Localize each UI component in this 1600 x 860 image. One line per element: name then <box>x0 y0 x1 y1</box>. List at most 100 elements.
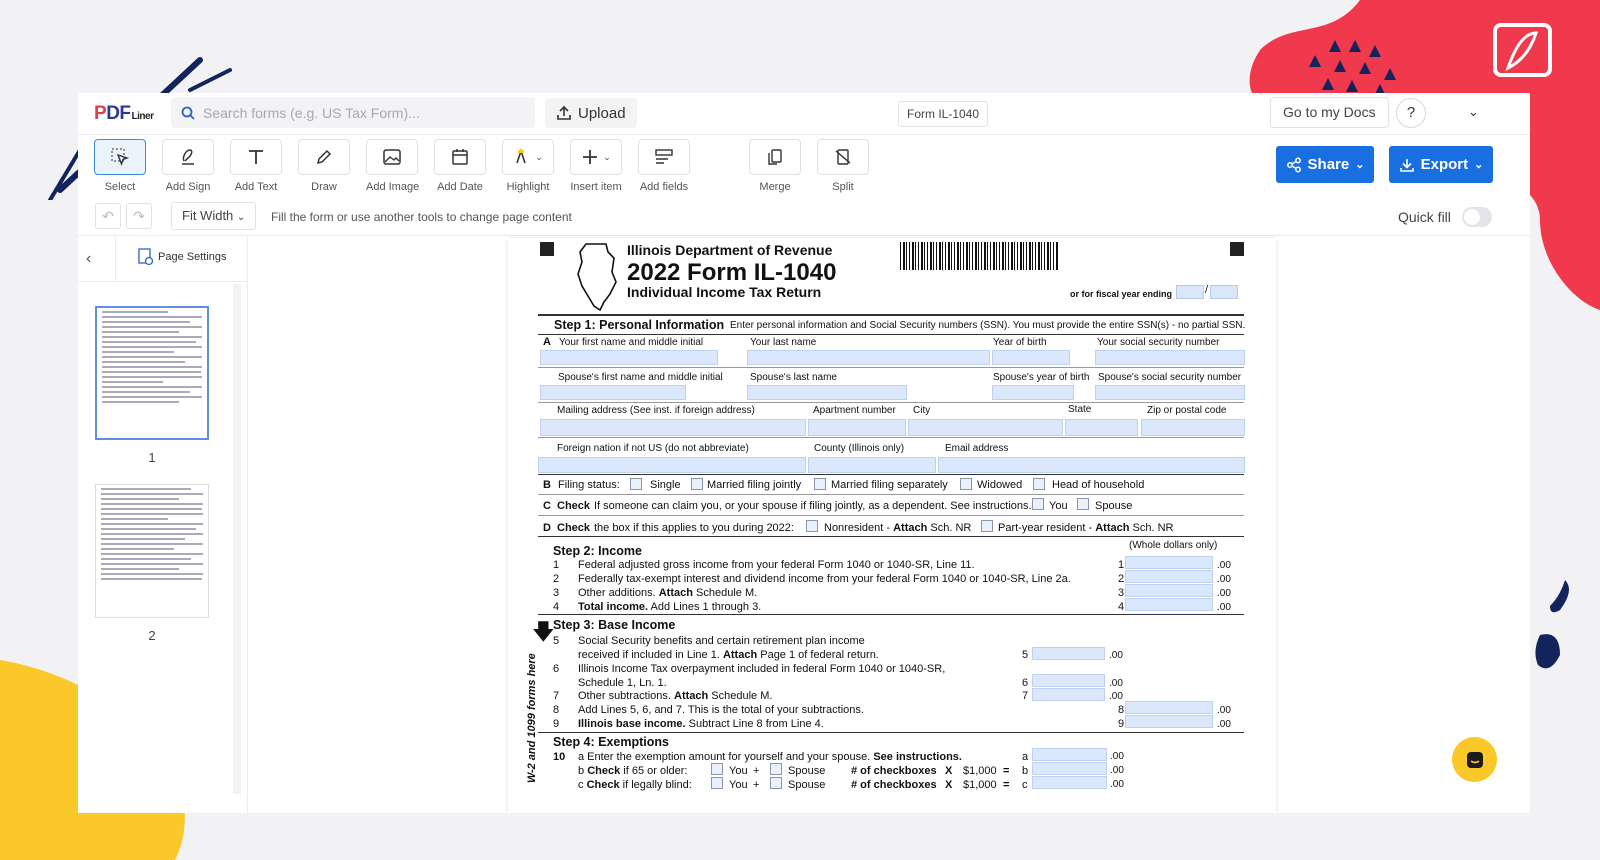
single-checkbox[interactable] <box>630 478 642 490</box>
line-9-text: Illinois base income. Subtract Line 8 fr… <box>578 718 824 730</box>
export-button[interactable]: Export ⌄ <box>1389 146 1493 183</box>
line-letter: C <box>543 500 551 512</box>
widowed-checkbox[interactable] <box>960 478 972 490</box>
document-name[interactable]: Form IL-1040 <box>898 101 989 127</box>
line-number: 9 <box>1118 718 1125 730</box>
line-letter: D <box>543 522 551 534</box>
blind-you-checkbox[interactable] <box>711 777 723 789</box>
search-input[interactable] <box>203 104 523 121</box>
email-field[interactable] <box>938 457 1245 473</box>
line-10b-field[interactable] <box>1032 762 1107 775</box>
tool-split[interactable]: Split <box>817 139 869 193</box>
tool-add-sign[interactable]: Add Sign <box>162 139 214 193</box>
apartment-field[interactable] <box>808 419 906 436</box>
line-2-field[interactable] <box>1125 570 1213 583</box>
sidebar-scrollbar[interactable] <box>233 284 241 794</box>
tool-merge[interactable]: Merge <box>749 139 801 193</box>
tool-draw[interactable]: Draw <box>298 139 350 193</box>
upload-icon <box>557 105 571 120</box>
fiscal-month-field[interactable] <box>1176 285 1204 299</box>
last-name-field[interactable] <box>747 350 990 365</box>
step2-title: Step 2: Income <box>553 544 642 558</box>
chevron-down-icon[interactable]: ⌄ <box>1468 104 1479 120</box>
chevron-down-icon: ⌄ <box>1474 159 1484 171</box>
county-field[interactable] <box>808 457 936 473</box>
dependent-you-checkbox[interactable] <box>1032 498 1044 510</box>
blind-spouse-checkbox[interactable] <box>770 777 782 789</box>
tool-highlight[interactable]: ⌄ Highlight <box>502 139 554 193</box>
line-10a-field[interactable] <box>1032 748 1107 761</box>
tool-label: Insert item <box>570 181 622 193</box>
redo-button[interactable]: ↷ <box>126 203 152 229</box>
mfs-checkbox[interactable] <box>814 478 826 490</box>
line-7-field[interactable] <box>1032 688 1105 701</box>
part-year-checkbox[interactable] <box>981 520 993 532</box>
spouse-year-birth-field[interactable] <box>992 385 1074 400</box>
state-field[interactable] <box>1065 419 1138 436</box>
line-8-text: Add Lines 5, 6, and 7. This is the total… <box>578 704 864 716</box>
share-icon <box>1286 157 1301 172</box>
fiscal-year-field[interactable] <box>1210 285 1238 299</box>
mfj-checkbox[interactable] <box>691 478 703 490</box>
ssn-field[interactable] <box>1095 350 1245 365</box>
page-thumbnail-2[interactable] <box>95 484 209 618</box>
dependent-spouse-checkbox[interactable] <box>1077 498 1089 510</box>
line-1-field[interactable] <box>1125 556 1213 569</box>
spouse-first-name-field[interactable] <box>540 385 686 400</box>
65-you-checkbox[interactable] <box>711 763 723 775</box>
spouse-last-name-field[interactable] <box>747 385 907 400</box>
line-4-field[interactable] <box>1125 598 1213 611</box>
share-button[interactable]: Share ⌄ <box>1276 146 1374 183</box>
hoh-label: Head of household <box>1052 479 1145 491</box>
line-10c-field[interactable] <box>1032 776 1107 789</box>
65-spouse-checkbox[interactable] <box>770 763 782 775</box>
year-birth-field[interactable] <box>992 350 1070 365</box>
city-field[interactable] <box>908 419 1063 436</box>
first-name-field[interactable] <box>540 350 718 365</box>
line-number: 2 <box>553 573 560 585</box>
check-label: Check <box>557 522 591 534</box>
page-settings-button[interactable]: Page Settings <box>138 248 227 266</box>
spouse-ssn-field[interactable] <box>1095 385 1245 400</box>
tool-add-fields[interactable]: Add fields <box>638 139 690 193</box>
tool-insert-item[interactable]: ⌄ Insert item <box>570 139 622 193</box>
help-button[interactable]: ? <box>1396 98 1426 128</box>
checkbox-count-label: # of checkboxes <box>851 779 937 791</box>
hoh-checkbox[interactable] <box>1033 478 1045 490</box>
undo-button[interactable]: ↶ <box>95 203 121 229</box>
search-bar[interactable] <box>171 97 535 128</box>
line-8-field[interactable] <box>1125 701 1213 714</box>
line-6-field[interactable] <box>1032 674 1105 687</box>
sub-toolbar: ↶ ↷ Fit Width ⌄ Fill the form or use ano… <box>78 199 1530 236</box>
mailing-address-field[interactable] <box>540 419 806 436</box>
tool-select[interactable]: Select <box>94 139 146 193</box>
chat-button[interactable] <box>1452 737 1497 782</box>
line-3-field[interactable] <box>1125 584 1213 597</box>
foreign-nation-field[interactable] <box>538 457 806 473</box>
tool-add-image[interactable]: Add Image <box>366 139 419 193</box>
collapse-sidebar-icon[interactable]: ‹ <box>86 250 91 268</box>
page-number: 2 <box>148 628 156 643</box>
line-5-field[interactable] <box>1032 647 1105 660</box>
quick-fill-toggle[interactable] <box>1462 207 1492 227</box>
tool-add-date[interactable]: Add Date <box>434 139 486 193</box>
line-5-text-2: received if included in Line 1. Attach P… <box>578 649 879 661</box>
line-letter: c <box>1022 779 1028 791</box>
pdf-editor-window: PDFLiner Upload Form IL-1040 Go to my Do… <box>78 93 1530 813</box>
page-thumbnail-1[interactable] <box>95 306 209 440</box>
residency-text: the box if this applies to you during 20… <box>594 522 794 534</box>
label-last-name: Your last name <box>750 337 817 348</box>
tool-add-text[interactable]: Add Text <box>230 139 282 193</box>
line-number: 4 <box>553 601 560 613</box>
illinois-map-icon <box>577 243 617 312</box>
zip-field[interactable] <box>1141 419 1245 436</box>
pdfliner-logo[interactable]: PDFLiner <box>94 103 154 125</box>
nonresident-checkbox[interactable] <box>806 520 818 532</box>
line-10c-text: c Check if legally blind: <box>578 779 692 791</box>
label-zip: Zip or postal code <box>1147 405 1227 416</box>
go-to-my-docs-button[interactable]: Go to my Docs <box>1270 97 1389 128</box>
line-9-field[interactable] <box>1125 715 1213 728</box>
tool-label: Highlight <box>506 181 550 193</box>
zoom-select[interactable]: Fit Width ⌄ <box>171 202 257 230</box>
upload-button[interactable]: Upload <box>545 98 637 128</box>
